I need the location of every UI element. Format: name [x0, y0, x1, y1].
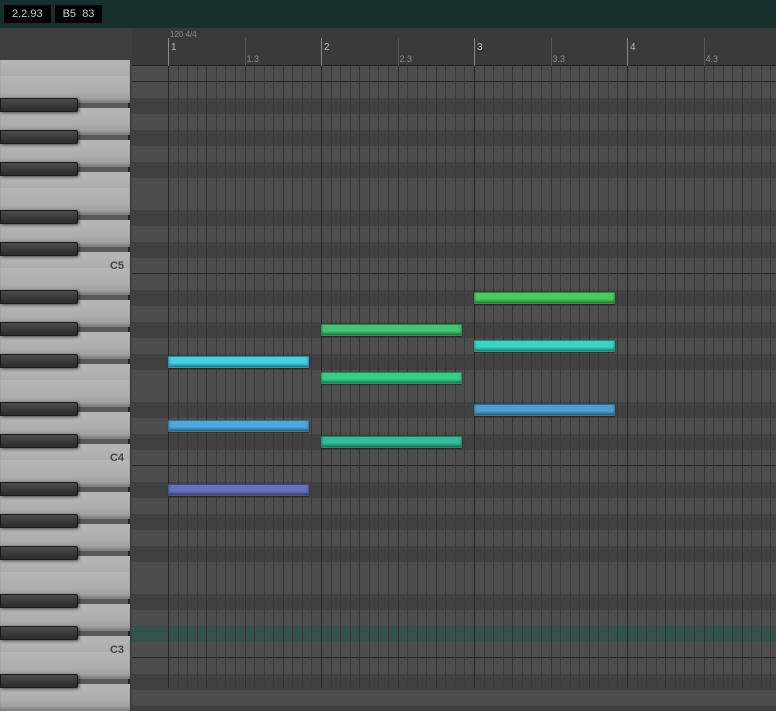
timeline-ruler[interactable]: 120 4/4 1 1.3 2 2.3 3 3.3 4 4.3 — [132, 28, 776, 66]
beat-label: 2.3 — [400, 54, 413, 64]
black-key[interactable] — [0, 546, 78, 560]
white-key[interactable] — [0, 684, 130, 711]
midi-note[interactable] — [474, 292, 615, 304]
note-grid[interactable] — [132, 66, 776, 688]
bar-label: 1 — [171, 42, 177, 53]
status-bar: 2.2.93 B5 83 — [0, 0, 776, 28]
black-key[interactable] — [0, 674, 78, 688]
piano-keyboard[interactable]: C5C4C3 — [0, 66, 130, 688]
black-key[interactable] — [0, 322, 78, 336]
midi-note[interactable] — [321, 324, 462, 336]
black-key[interactable] — [0, 626, 78, 640]
black-key[interactable] — [0, 98, 78, 112]
black-key[interactable] — [0, 130, 78, 144]
transport-position[interactable]: 2.2.93 — [4, 5, 51, 23]
black-key[interactable] — [0, 482, 78, 496]
black-key[interactable] — [0, 290, 78, 304]
midi-note[interactable] — [168, 484, 309, 496]
midi-note[interactable] — [474, 340, 615, 352]
black-key[interactable] — [0, 434, 78, 448]
black-key[interactable] — [0, 594, 78, 608]
grid-row[interactable] — [132, 690, 776, 706]
black-key[interactable] — [0, 210, 78, 224]
midi-note[interactable] — [168, 420, 309, 432]
midi-note[interactable] — [321, 372, 462, 384]
black-key[interactable] — [0, 162, 78, 176]
black-key[interactable] — [0, 354, 78, 368]
bar-label: 4 — [630, 42, 636, 53]
midi-note[interactable] — [474, 404, 615, 416]
beat-label: 1.3 — [247, 54, 260, 64]
bar-label: 2 — [324, 42, 330, 53]
cursor-note: B5 — [63, 8, 76, 20]
beat-label: 4.3 — [706, 54, 719, 64]
bar-label: 3 — [477, 42, 483, 53]
black-key[interactable] — [0, 514, 78, 528]
cursor-velocity: 83 — [82, 8, 94, 20]
cursor-note-velocity[interactable]: B5 83 — [55, 5, 103, 23]
black-key[interactable] — [0, 402, 78, 416]
tempo-signature: 120 4/4 — [170, 30, 197, 39]
midi-note[interactable] — [321, 436, 462, 448]
black-key[interactable] — [0, 242, 78, 256]
beat-label: 3.3 — [553, 54, 566, 64]
midi-note[interactable] — [168, 356, 309, 368]
